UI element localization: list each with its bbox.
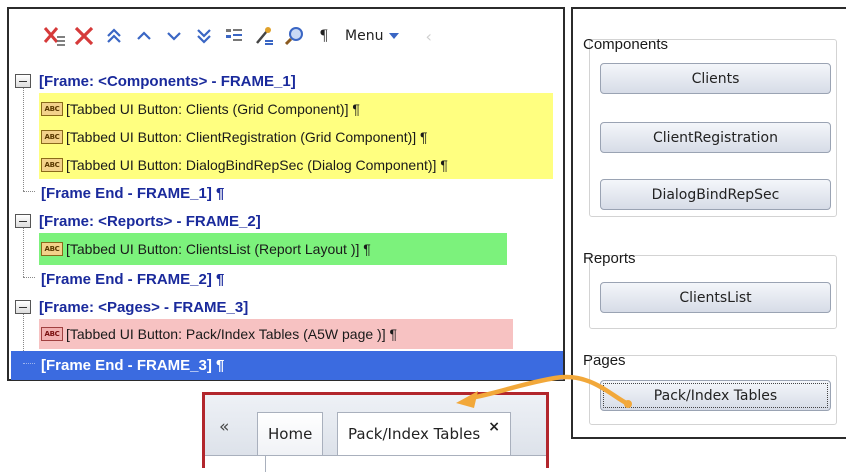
clientslist-button[interactable]: ClientsList — [600, 282, 831, 313]
clients-button[interactable]: Clients — [600, 63, 831, 94]
tree-connector — [23, 81, 24, 191]
search-icon[interactable] — [279, 21, 309, 51]
tree-item-clientregistration[interactable]: ABC [Tabbed UI Button: ClientRegistratio… — [41, 123, 428, 151]
tab-pack-label: Pack/Index Tables — [348, 425, 481, 443]
frame-header-reports[interactable]: [Frame: <Reports> - FRAME_2] — [15, 207, 261, 235]
tree-item-clients[interactable]: ABC [Tabbed UI Button: Clients (Grid Com… — [41, 95, 360, 123]
move-up-icon[interactable] — [129, 21, 159, 51]
delete-all-icon[interactable] — [39, 21, 69, 51]
delete-icon[interactable] — [69, 21, 99, 51]
move-top-icon[interactable] — [99, 21, 129, 51]
tree-connector — [23, 191, 35, 192]
tree-item-dialogbindrepsec[interactable]: ABC [Tabbed UI Button: DialogBindRepSec … — [41, 151, 448, 179]
edit-icon[interactable] — [249, 21, 279, 51]
pilcrow-icon[interactable]: ¶ — [309, 21, 339, 51]
tab-home[interactable]: Home — [257, 412, 324, 455]
frame-label: [Frame: <Reports> - FRAME_2] — [39, 212, 261, 230]
frame-label: [Frame: <Components> - FRAME_1] — [39, 72, 296, 90]
tab-bar: « Home Pack/Index Tables × — [202, 392, 549, 472]
frame-end-label: [Frame End - FRAME_1] ¶ — [41, 184, 225, 202]
pages-title: Pages — [583, 352, 626, 369]
tree-item-label: [Tabbed UI Button: ClientsList (Report L… — [66, 241, 371, 257]
tree-item-clientslist[interactable]: ABC [Tabbed UI Button: ClientsList (Repo… — [41, 235, 371, 263]
chevron-down-icon — [389, 32, 400, 39]
frame-label: [Frame: <Pages> - FRAME_3] — [39, 298, 249, 316]
components-title: Components — [583, 36, 669, 53]
tab-home-label: Home — [268, 425, 313, 443]
pack-index-tables-button[interactable]: Pack/Index Tables — [600, 380, 831, 411]
frame-end-3[interactable]: [Frame End - FRAME_3] ¶ — [41, 351, 224, 379]
menu-label: Menu — [345, 28, 384, 44]
tree-connector — [23, 363, 35, 364]
reports-title: Reports — [583, 250, 636, 267]
tree-item-label: [Tabbed UI Button: DialogBindRepSec (Dia… — [66, 157, 448, 173]
toolbar: ¶ Menu ‹ — [9, 9, 563, 63]
frame-end-label: [Frame End - FRAME_3] ¶ — [41, 356, 225, 374]
frame-header-components[interactable]: [Frame: <Components> - FRAME_1] — [15, 67, 296, 95]
tree-connector — [23, 277, 35, 278]
move-down-icon[interactable] — [159, 21, 189, 51]
frame-end-label: [Frame End - FRAME_2] ¶ — [41, 270, 225, 288]
abc-icon: ABC — [41, 242, 63, 256]
frame-end-1[interactable]: [Frame End - FRAME_1] ¶ — [41, 179, 224, 207]
preview-panel: Components Clients ClientRegistration Di… — [571, 7, 846, 439]
frame-header-pages[interactable]: [Frame: <Pages> - FRAME_3] — [15, 293, 248, 321]
tree-item-label: [Tabbed UI Button: Clients (Grid Compone… — [66, 101, 360, 117]
collapse-toggle-icon[interactable] — [15, 300, 31, 314]
abc-icon: ABC — [41, 327, 63, 341]
collapse-toggle-icon[interactable] — [15, 74, 31, 88]
scroll-left-icon[interactable]: « — [219, 417, 229, 437]
abc-icon: ABC — [41, 130, 63, 144]
tree-item-pack-index-tables[interactable]: ABC [Tabbed UI Button: Pack/Index Tables… — [41, 320, 397, 348]
menu-button[interactable]: Menu — [345, 28, 400, 44]
dialogbindrepsec-button[interactable]: DialogBindRepSec — [600, 179, 831, 210]
tree-item-label: [Tabbed UI Button: Pack/Index Tables (A5… — [66, 326, 397, 342]
properties-icon[interactable] — [219, 21, 249, 51]
collapse-icon: ‹ — [425, 26, 432, 46]
clientregistration-button[interactable]: ClientRegistration — [600, 122, 831, 153]
abc-icon: ABC — [41, 158, 63, 172]
move-bottom-icon[interactable] — [189, 21, 219, 51]
close-icon[interactable]: × — [488, 419, 500, 435]
pilcrow-glyph: ¶ — [320, 27, 328, 44]
abc-icon: ABC — [41, 102, 63, 116]
frame-end-2[interactable]: [Frame End - FRAME_2] ¶ — [41, 265, 224, 293]
tree-item-label: [Tabbed UI Button: ClientRegistration (G… — [66, 129, 428, 145]
editor-panel: ¶ Menu ‹ [Frame: <Components> - FRAME_1]… — [7, 7, 565, 381]
tab-strip: « Home Pack/Index Tables × — [205, 395, 546, 455]
tab-content — [205, 455, 546, 472]
tab-pack-index-tables[interactable]: Pack/Index Tables × — [337, 412, 511, 455]
collapse-toggle-icon[interactable] — [15, 214, 31, 228]
